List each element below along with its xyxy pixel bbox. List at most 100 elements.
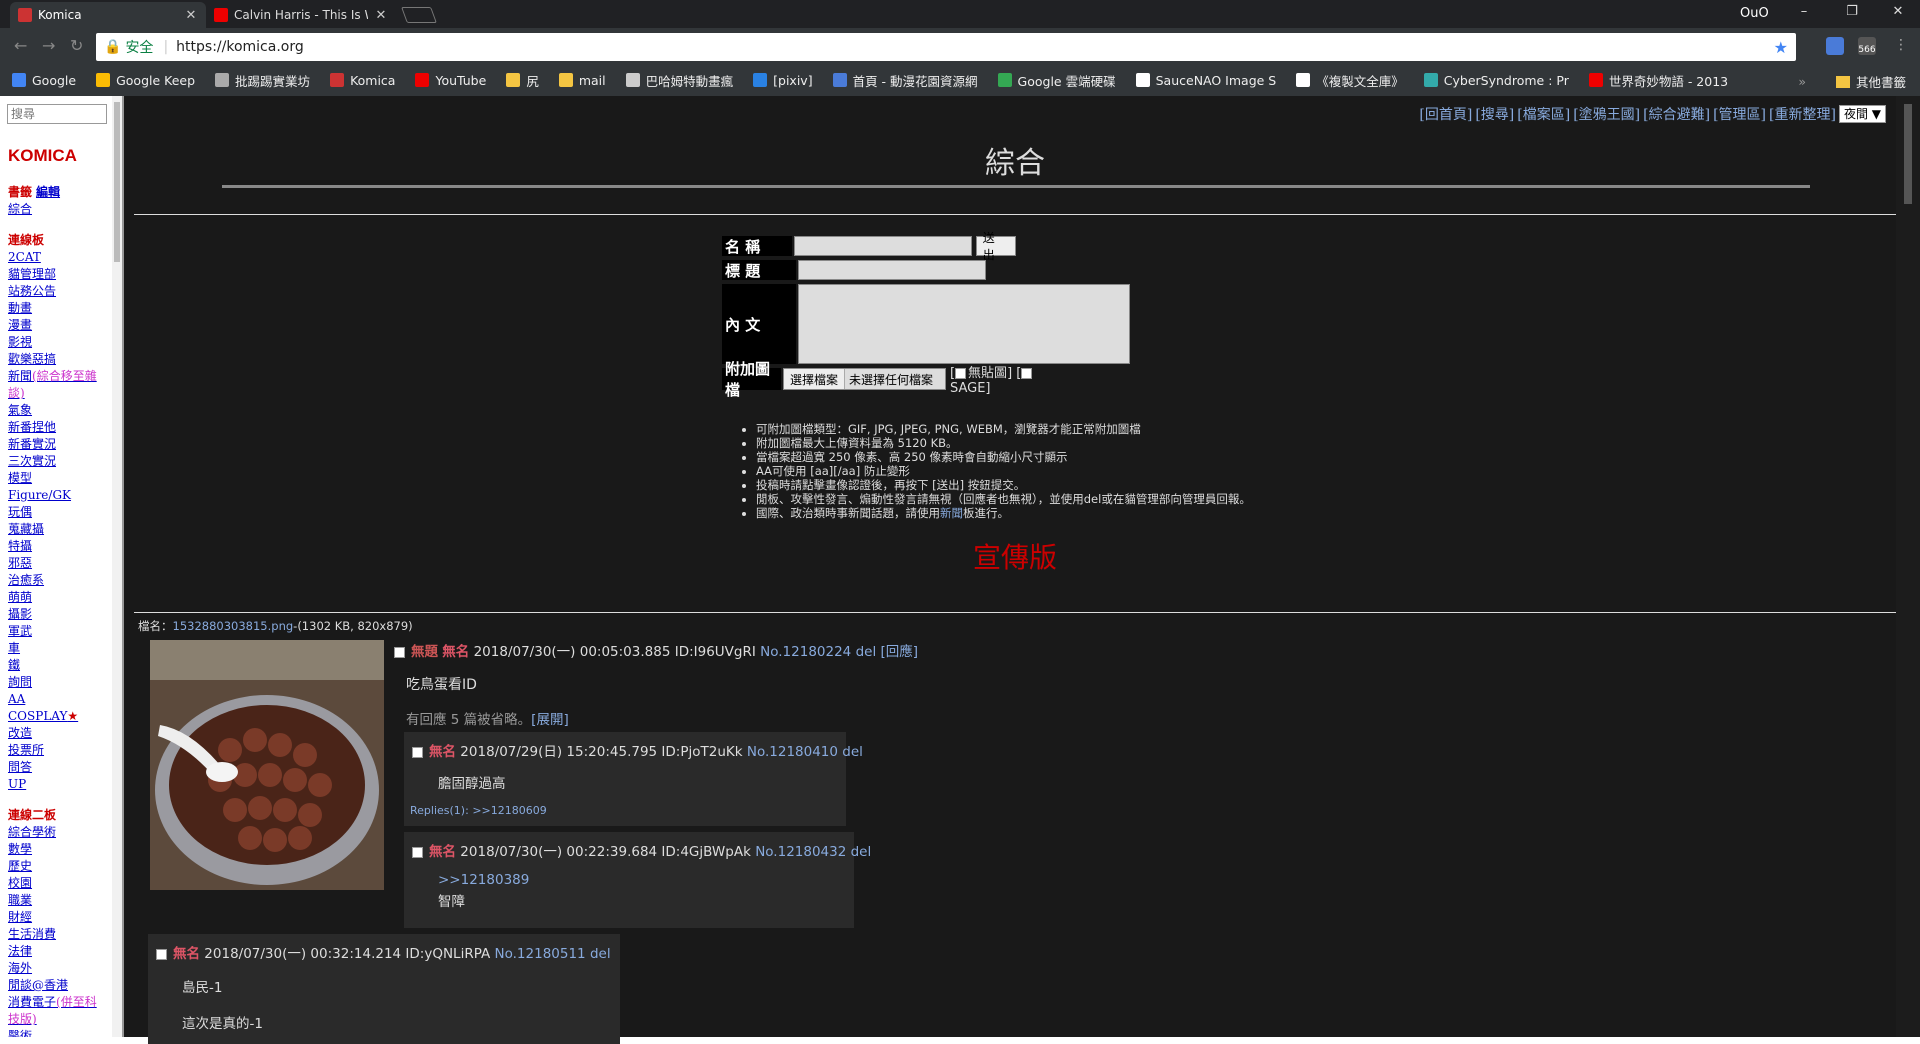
nav-link[interactable]: 海外: [8, 960, 108, 977]
bookmark-star-icon[interactable]: ★: [1774, 38, 1788, 57]
back-icon[interactable]: ←: [14, 36, 27, 55]
close-window-button[interactable]: ✕: [1882, 4, 1914, 19]
nav-link[interactable]: 數學: [8, 841, 108, 858]
nav-link[interactable]: 三次實況: [8, 453, 108, 470]
quote-link[interactable]: >>12180389: [438, 872, 529, 888]
overflow-icon[interactable]: »: [1798, 74, 1806, 89]
nav-link[interactable]: AA: [8, 691, 108, 708]
nav-link[interactable]: 新番實況: [8, 436, 108, 453]
reply-link[interactable]: [回應]: [881, 644, 919, 660]
nav-link[interactable]: 漫畫: [8, 317, 108, 334]
noimg-checkbox[interactable]: [955, 368, 967, 379]
del-link[interactable]: del: [851, 844, 872, 860]
bookmark-item[interactable]: 尻: [506, 71, 539, 90]
translate-extension-icon[interactable]: [1826, 37, 1844, 55]
sage-checkbox[interactable]: [1021, 368, 1033, 379]
komica-logo[interactable]: KOMICA: [8, 146, 77, 166]
new-tab-button[interactable]: [401, 7, 437, 23]
nav-link[interactable]: 攝影: [8, 606, 108, 623]
del-link[interactable]: del: [856, 644, 877, 660]
nav-link[interactable]: 綜合學術: [8, 824, 108, 841]
main-scrollbar[interactable]: [1896, 96, 1920, 1037]
menu-icon[interactable]: ⋮: [1892, 37, 1910, 55]
top-link[interactable]: [管理區]: [1713, 104, 1766, 124]
bookmark-item[interactable]: Komica: [330, 73, 395, 88]
bookmark-item[interactable]: mail: [558, 73, 606, 88]
bookmark-item[interactable]: 批踢踢實業坊: [215, 71, 310, 90]
tab-youtube[interactable]: Calvin Harris - This Is Wh ✕: [206, 2, 396, 28]
nav-link[interactable]: 校園: [8, 875, 108, 892]
top-link[interactable]: [綜合避難]: [1643, 104, 1710, 124]
nav-link[interactable]: 邪惡: [8, 555, 108, 572]
tab-komica[interactable]: Komica ✕: [10, 2, 206, 28]
extension-badge-icon[interactable]: 566: [1858, 37, 1876, 55]
scroll-thumb[interactable]: [114, 102, 120, 262]
bookmark-item[interactable]: YouTube: [415, 73, 486, 88]
nav-link[interactable]: 歷史: [8, 858, 108, 875]
bookmark-item[interactable]: 首頁 - 動漫花園資源網: [832, 71, 978, 90]
thread-image[interactable]: [150, 640, 384, 890]
bookmark-item[interactable]: Google Keep: [96, 73, 195, 88]
nav-link[interactable]: 法律: [8, 943, 108, 960]
theme-select[interactable]: 夜間 ▼: [1838, 105, 1886, 123]
nav-link[interactable]: 財經: [8, 909, 108, 926]
nav-link[interactable]: 萌萌: [8, 589, 108, 606]
file-picker[interactable]: 選擇檔案 未選擇任何檔案: [783, 368, 946, 390]
nav-link[interactable]: 治癒系: [8, 572, 108, 589]
close-icon[interactable]: ✕: [184, 8, 198, 23]
post-number[interactable]: No.12180224: [760, 644, 851, 660]
close-icon[interactable]: ✕: [374, 8, 388, 23]
reply-backlink[interactable]: >>12180609: [472, 804, 546, 817]
nav-link[interactable]: 醫術: [8, 1028, 108, 1037]
news-board-link[interactable]: 新聞: [940, 506, 963, 520]
bookmark-item[interactable]: 巴哈姆特動畫瘋: [625, 71, 733, 90]
nav-link[interactable]: 軍武: [8, 623, 108, 640]
forward-icon[interactable]: →: [42, 36, 55, 55]
nav-link[interactable]: 職業: [8, 892, 108, 909]
name-field[interactable]: [794, 236, 972, 256]
nav-link[interactable]: 閒談@香港: [8, 977, 108, 994]
nav-link[interactable]: Figure/GK: [8, 487, 108, 504]
address-bar[interactable]: 🔒 安全 | https://komica.org ★: [96, 33, 1796, 61]
search-input[interactable]: 搜尋: [7, 104, 107, 124]
top-link[interactable]: [檔案區]: [1517, 104, 1570, 124]
nav-link[interactable]: 問答: [8, 759, 108, 776]
scroll-thumb[interactable]: [1904, 104, 1912, 204]
top-link[interactable]: [搜尋]: [1475, 104, 1514, 124]
nav-link[interactable]: 新聞(綜合移至雜談): [8, 368, 108, 402]
reload-icon[interactable]: ↻: [70, 36, 83, 55]
bookmark-item[interactable]: [pixiv]: [753, 73, 813, 88]
left-scrollbar[interactable]: [112, 96, 122, 1037]
post-number[interactable]: No.12180410: [747, 744, 838, 760]
nav-link[interactable]: 站務公告: [8, 283, 108, 300]
nav-link[interactable]: 新番捏他: [8, 419, 108, 436]
post-checkbox[interactable]: [156, 948, 167, 960]
other-bookmarks[interactable]: » 其他書籤: [1798, 72, 1906, 91]
nav-link[interactable]: COSPLAY★: [8, 708, 108, 725]
del-link[interactable]: del: [842, 744, 863, 760]
choose-file-button[interactable]: 選擇檔案: [784, 369, 846, 389]
bookmark-item[interactable]: SauceNAO Image S: [1135, 73, 1276, 88]
nav-link[interactable]: 特攝: [8, 538, 108, 555]
nav-link[interactable]: 車: [8, 640, 108, 657]
bookmark-item[interactable]: 《複製文全庫》: [1296, 71, 1404, 90]
nav-link[interactable]: 編輯: [36, 185, 60, 199]
nav-link[interactable]: 模型: [8, 470, 108, 487]
bookmark-item[interactable]: Google: [12, 73, 76, 88]
expand-link[interactable]: [展開]: [531, 712, 569, 728]
promo-link[interactable]: 宣傳版: [134, 536, 1896, 576]
nav-link[interactable]: 歡樂惡搞: [8, 351, 108, 368]
nav-link[interactable]: UP: [8, 776, 108, 793]
post-checkbox[interactable]: [412, 746, 423, 758]
bookmark-item[interactable]: Google 雲端硬碟: [997, 71, 1116, 90]
nav-link[interactable]: 生活消費: [8, 926, 108, 943]
nav-link[interactable]: 詢問: [8, 674, 108, 691]
nav-link[interactable]: 影視: [8, 334, 108, 351]
top-link[interactable]: [重新整理]: [1769, 104, 1836, 124]
post-checkbox[interactable]: [394, 646, 405, 658]
top-link[interactable]: [塗鴉王國]: [1573, 104, 1640, 124]
del-link[interactable]: del: [590, 946, 611, 962]
nav-link[interactable]: 鐵: [8, 657, 108, 674]
bookmark-item[interactable]: 世界奇妙物語 - 2013: [1588, 71, 1728, 90]
post-number[interactable]: No.12180511: [495, 946, 586, 962]
